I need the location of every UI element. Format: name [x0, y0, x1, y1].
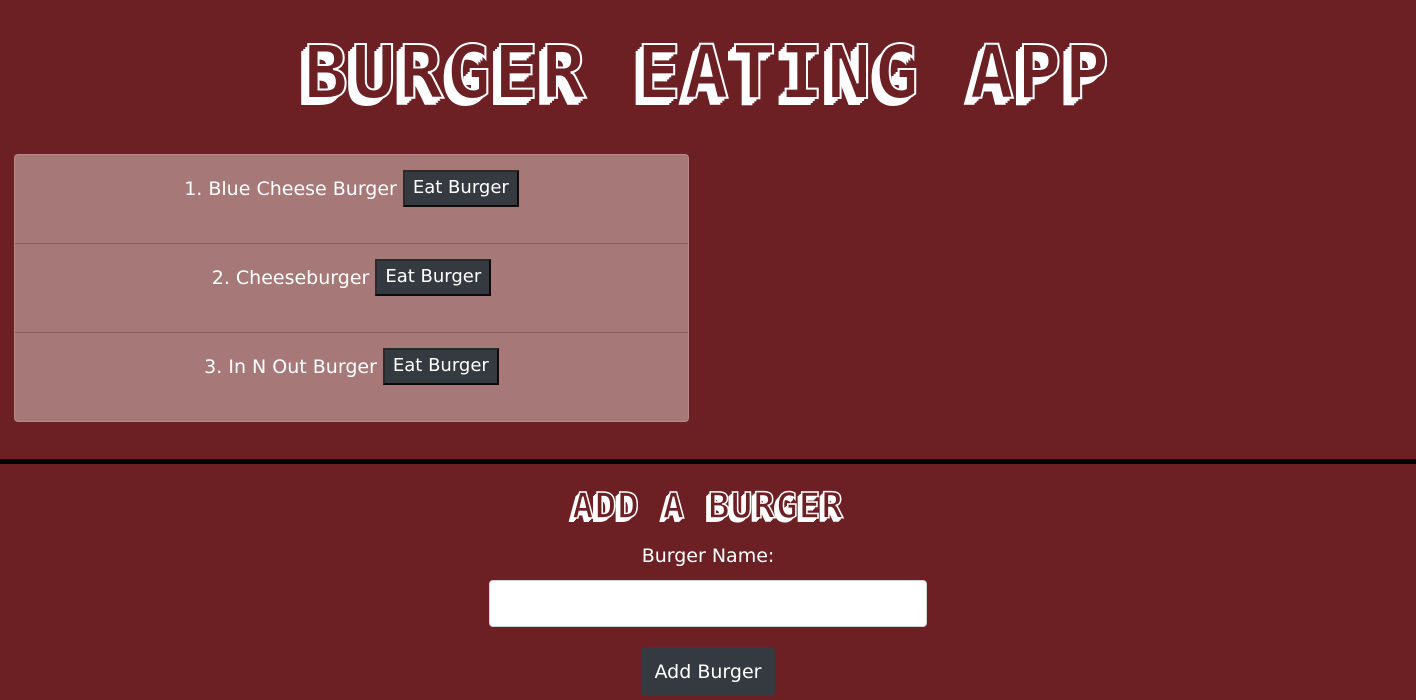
burger-row: 3. In N Out Burger Eat Burger	[204, 348, 499, 385]
burger-name-input[interactable]	[489, 580, 927, 627]
eat-burger-button[interactable]: Eat Burger	[402, 170, 519, 207]
eat-burger-button[interactable]: Eat Burger	[375, 259, 492, 296]
burger-row: 2. Cheeseburger Eat Burger	[212, 259, 492, 296]
add-burger-heading: ADD A BURGER	[571, 485, 845, 528]
list-item: 3. In N Out Burger Eat Burger	[15, 333, 688, 422]
list-item: 1. Blue Cheese Burger Eat Burger	[15, 155, 688, 244]
list-item: 2. Cheeseburger Eat Burger	[15, 244, 688, 333]
burger-row: 1. Blue Cheese Burger Eat Burger	[184, 170, 519, 207]
burger-name: 3. In N Out Burger	[204, 355, 377, 378]
burger-name: 2. Cheeseburger	[211, 266, 370, 289]
add-burger-button[interactable]: Add Burger	[641, 647, 775, 696]
app-title: BURGER EATING APP	[303, 29, 1113, 117]
burger-list: 1. Blue Cheese Burger Eat Burger 2. Chee…	[14, 154, 689, 422]
section-divider	[0, 459, 1416, 464]
burger-name: 1. Blue Cheese Burger	[184, 177, 397, 200]
eat-burger-button[interactable]: Eat Burger	[382, 348, 499, 385]
burger-name-label: Burger Name:	[641, 545, 775, 567]
